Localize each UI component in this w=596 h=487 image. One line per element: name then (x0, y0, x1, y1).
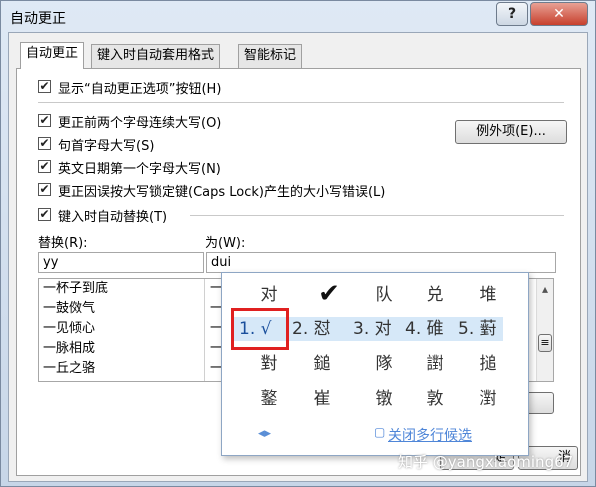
dialog-title: 自动更正 (10, 11, 66, 27)
ime-candidate[interactable]: 鎚 (292, 353, 352, 375)
ime-candidate-4[interactable]: 4. 碓 (405, 318, 444, 340)
caps-lock-checkbox[interactable]: ✔ (38, 183, 51, 196)
scroll-thumb[interactable]: ≡ (538, 334, 552, 352)
tab-autoformat-as-you-type[interactable]: 键入时自动套用格式 (91, 44, 221, 68)
ime-candidate[interactable]: 搥 (458, 353, 518, 375)
close-button[interactable]: ✕ (530, 2, 588, 26)
english-date-label: 英文日期第一个字母大写(N) (58, 162, 221, 177)
ime-candidate[interactable]: 譵 (405, 353, 465, 375)
ime-candidate[interactable]: 濧 (458, 388, 518, 410)
sentence-cap-label: 句首字母大写(S) (58, 139, 155, 154)
ime-candidate[interactable]: 堆 (458, 284, 518, 306)
with-input[interactable]: dui (206, 252, 556, 273)
show-button-label: 显示“自动更正选项”按钮(H) (58, 82, 222, 97)
with-label: 为(W): (205, 236, 246, 251)
ime-candidate[interactable]: 對 (239, 353, 299, 375)
ime-candidate[interactable]: 对 (239, 284, 299, 306)
caps-lock-label: 更正因误按大写锁定键(Caps Lock)产生的大小写错误(L) (58, 185, 386, 200)
ime-candidate-5[interactable]: 5. 薱 (458, 318, 497, 340)
checkmark-icon[interactable]: ✔ (299, 280, 359, 308)
ime-candidate-3[interactable]: 3. 对 (353, 318, 392, 340)
annotation-red-box (231, 308, 289, 350)
two-caps-checkbox[interactable]: ✔ (38, 114, 51, 127)
tab-autocorrect[interactable]: 自动更正 (20, 42, 85, 69)
tab-smart-tags[interactable]: 智能标记 (238, 44, 303, 68)
ime-candidate[interactable]: 兑 (405, 284, 465, 306)
group-line (190, 215, 564, 216)
exceptions-button[interactable]: 例外项(E)... (455, 120, 567, 144)
help-button[interactable]: ? (496, 2, 528, 26)
replace-label: 替换(R): (38, 236, 88, 251)
close-multiline-link[interactable]: 关闭多行候选 (388, 425, 472, 445)
replace-as-type-label: 键入时自动替换(T) (58, 210, 168, 225)
ime-candidate[interactable]: 崔 (292, 388, 352, 410)
replace-input[interactable]: yy (38, 252, 204, 273)
scroll-up-icon[interactable]: ▴ (538, 282, 552, 298)
ime-candidate[interactable]: 鐜 (239, 388, 299, 410)
replace-as-type-checkbox[interactable]: ✔ (38, 208, 51, 221)
english-date-checkbox[interactable]: ✔ (38, 160, 51, 173)
show-button-checkbox[interactable]: ✔ (38, 80, 51, 93)
list-column-divider (204, 279, 205, 381)
divider (38, 102, 564, 103)
page-nav-icon[interactable]: ◂▸ (258, 426, 271, 441)
ime-candidate-2[interactable]: 2. 怼 (292, 318, 331, 340)
sentence-cap-checkbox[interactable]: ✔ (38, 137, 51, 150)
watermark: 知乎 @yangxiaoming67 (398, 453, 574, 471)
ime-candidate[interactable]: 敦 (405, 388, 465, 410)
close-multiline-icon[interactable]: ▢ (374, 425, 385, 439)
two-caps-label: 更正前两个字母连续大写(O) (58, 116, 222, 131)
